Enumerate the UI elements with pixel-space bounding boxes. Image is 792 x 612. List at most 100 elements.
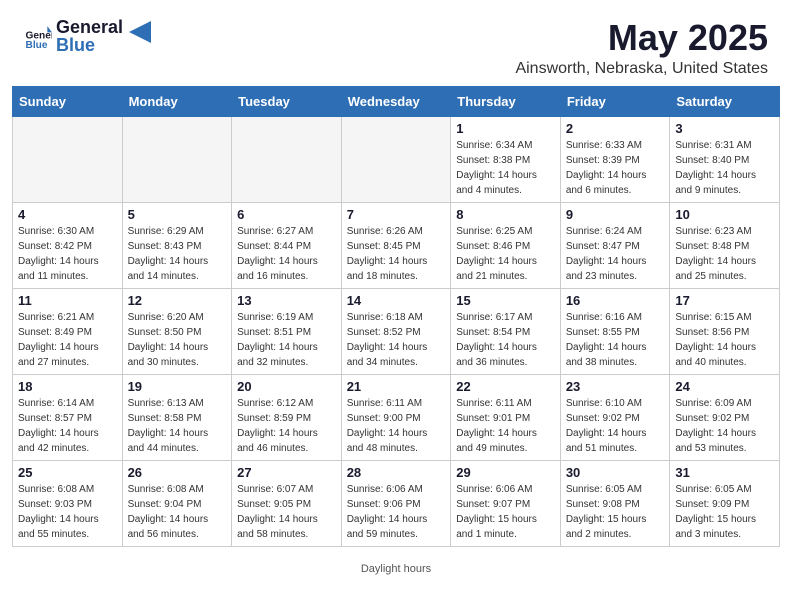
calendar-cell: 26Sunrise: 6:08 AM Sunset: 9:04 PM Dayli… — [122, 460, 232, 546]
calendar-cell: 1 Sunrise: 6:34 AM Sunset: 8:38 PM Daylig… — [451, 116, 561, 202]
day-info: Sunrise: 6:33 AM Sunset: 8:39 PM Dayligh… — [566, 138, 665, 198]
svg-text:Blue: Blue — [26, 40, 48, 51]
calendar-header: SundayMondayTuesdayWednesdayThursdayFrid… — [13, 86, 780, 116]
day-info: Sunrise: 6:13 AM Sunset: 8:58 PM Dayligh… — [128, 396, 227, 456]
weekday-header-wednesday: Wednesday — [341, 86, 451, 116]
day-info: Sunrise: 6:11 AM Sunset: 9:01 PM Dayligh… — [456, 396, 555, 456]
calendar-cell: 20Sunrise: 6:12 AM Sunset: 8:59 PM Dayli… — [232, 374, 342, 460]
day-number: 18 — [18, 379, 117, 394]
calendar-cell: 8 Sunrise: 6:25 AM Sunset: 8:46 PM Daylig… — [451, 202, 561, 288]
calendar-cell: 22 Sunrise: 6:11 AM Sunset: 9:01 PM Dayli… — [451, 374, 561, 460]
calendar-cell — [122, 116, 232, 202]
day-number: 1 — [456, 121, 555, 136]
location-text: Ainsworth, Nebraska, United States — [515, 60, 768, 78]
day-number: 15 — [456, 293, 555, 308]
calendar-cell: 16Sunrise: 6:16 AM Sunset: 8:55 PM Dayli… — [560, 288, 670, 374]
day-number: 22 — [456, 379, 555, 394]
calendar-cell: 25 Sunrise: 6:08 AM Sunset: 9:03 PM Dayli… — [13, 460, 123, 546]
calendar-cell: 11 Sunrise: 6:21 AM Sunset: 8:49 PM Dayli… — [13, 288, 123, 374]
calendar-wrapper: SundayMondayTuesdayWednesdayThursdayFrid… — [0, 86, 792, 559]
day-info: Sunrise: 6:24 AM Sunset: 8:47 PM Dayligh… — [566, 224, 665, 284]
day-info: Sunrise: 6:25 AM Sunset: 8:46 PM Dayligh… — [456, 224, 555, 284]
day-number: 19 — [128, 379, 227, 394]
weekday-header-sunday: Sunday — [13, 86, 123, 116]
day-number: 25 — [18, 465, 117, 480]
calendar-cell: 6 Sunrise: 6:27 AM Sunset: 8:44 PM Daylig… — [232, 202, 342, 288]
page-header: General Blue General Blue May 2025 Ainsw… — [0, 0, 792, 86]
calendar-cell: 29 Sunrise: 6:06 AM Sunset: 9:07 PM Dayli… — [451, 460, 561, 546]
calendar-cell: 18 Sunrise: 6:14 AM Sunset: 8:57 PM Dayli… — [13, 374, 123, 460]
calendar-cell — [13, 116, 123, 202]
logo-icon: General Blue — [24, 23, 52, 51]
calendar-cell: 27Sunrise: 6:07 AM Sunset: 9:05 PM Dayli… — [232, 460, 342, 546]
day-info: Sunrise: 6:18 AM Sunset: 8:52 PM Dayligh… — [347, 310, 446, 370]
logo-arrow-icon — [129, 21, 151, 43]
calendar-cell: 23Sunrise: 6:10 AM Sunset: 9:02 PM Dayli… — [560, 374, 670, 460]
day-number: 10 — [675, 207, 774, 222]
calendar-week-3: 11 Sunrise: 6:21 AM Sunset: 8:49 PM Dayli… — [13, 288, 780, 374]
day-number: 20 — [237, 379, 336, 394]
day-info: Sunrise: 6:05 AM Sunset: 9:09 PM Dayligh… — [675, 482, 774, 542]
day-info: Sunrise: 6:21 AM Sunset: 8:49 PM Dayligh… — [18, 310, 117, 370]
calendar-cell: 3 Sunrise: 6:31 AM Sunset: 8:40 PM Daylig… — [670, 116, 780, 202]
calendar-cell: 14Sunrise: 6:18 AM Sunset: 8:52 PM Dayli… — [341, 288, 451, 374]
calendar-cell: 4Sunrise: 6:30 AM Sunset: 8:42 PM Daylig… — [13, 202, 123, 288]
calendar-cell: 28Sunrise: 6:06 AM Sunset: 9:06 PM Dayli… — [341, 460, 451, 546]
day-number: 11 — [18, 293, 117, 308]
weekday-header-saturday: Saturday — [670, 86, 780, 116]
calendar-cell — [341, 116, 451, 202]
calendar-cell: 31 Sunrise: 6:05 AM Sunset: 9:09 PM Dayli… — [670, 460, 780, 546]
day-number: 5 — [128, 207, 227, 222]
calendar-body: 1 Sunrise: 6:34 AM Sunset: 8:38 PM Daylig… — [13, 116, 780, 546]
calendar-cell: 12Sunrise: 6:20 AM Sunset: 8:50 PM Dayli… — [122, 288, 232, 374]
day-number: 2 — [566, 121, 665, 136]
day-info: Sunrise: 6:26 AM Sunset: 8:45 PM Dayligh… — [347, 224, 446, 284]
day-info: Sunrise: 6:27 AM Sunset: 8:44 PM Dayligh… — [237, 224, 336, 284]
month-title: May 2025 — [515, 18, 768, 58]
day-number: 9 — [566, 207, 665, 222]
weekday-row: SundayMondayTuesdayWednesdayThursdayFrid… — [13, 86, 780, 116]
day-number: 28 — [347, 465, 446, 480]
weekday-header-friday: Friday — [560, 86, 670, 116]
calendar-week-5: 25 Sunrise: 6:08 AM Sunset: 9:03 PM Dayli… — [13, 460, 780, 546]
calendar-cell: 21Sunrise: 6:11 AM Sunset: 9:00 PM Dayli… — [341, 374, 451, 460]
day-info: Sunrise: 6:31 AM Sunset: 8:40 PM Dayligh… — [675, 138, 774, 198]
day-info: Sunrise: 6:20 AM Sunset: 8:50 PM Dayligh… — [128, 310, 227, 370]
calendar-week-1: 1 Sunrise: 6:34 AM Sunset: 8:38 PM Daylig… — [13, 116, 780, 202]
weekday-header-thursday: Thursday — [451, 86, 561, 116]
day-number: 3 — [675, 121, 774, 136]
calendar-cell: 7Sunrise: 6:26 AM Sunset: 8:45 PM Daylig… — [341, 202, 451, 288]
calendar-cell: 13 Sunrise: 6:19 AM Sunset: 8:51 PM Dayli… — [232, 288, 342, 374]
day-info: Sunrise: 6:09 AM Sunset: 9:02 PM Dayligh… — [675, 396, 774, 456]
weekday-header-tuesday: Tuesday — [232, 86, 342, 116]
day-info: Sunrise: 6:17 AM Sunset: 8:54 PM Dayligh… — [456, 310, 555, 370]
day-info: Sunrise: 6:29 AM Sunset: 8:43 PM Dayligh… — [128, 224, 227, 284]
calendar-cell: 19 Sunrise: 6:13 AM Sunset: 8:58 PM Dayli… — [122, 374, 232, 460]
calendar-cell: 15 Sunrise: 6:17 AM Sunset: 8:54 PM Dayli… — [451, 288, 561, 374]
calendar-week-2: 4Sunrise: 6:30 AM Sunset: 8:42 PM Daylig… — [13, 202, 780, 288]
day-number: 8 — [456, 207, 555, 222]
day-info: Sunrise: 6:19 AM Sunset: 8:51 PM Dayligh… — [237, 310, 336, 370]
day-number: 13 — [237, 293, 336, 308]
day-number: 29 — [456, 465, 555, 480]
calendar-cell: 2 Sunrise: 6:33 AM Sunset: 8:39 PM Daylig… — [560, 116, 670, 202]
day-info: Sunrise: 6:23 AM Sunset: 8:48 PM Dayligh… — [675, 224, 774, 284]
day-number: 23 — [566, 379, 665, 394]
day-info: Sunrise: 6:05 AM Sunset: 9:08 PM Dayligh… — [566, 482, 665, 542]
day-info: Sunrise: 6:08 AM Sunset: 9:03 PM Dayligh… — [18, 482, 117, 542]
day-number: 6 — [237, 207, 336, 222]
day-number: 24 — [675, 379, 774, 394]
day-number: 4 — [18, 207, 117, 222]
footer-daylight: Daylight hours — [0, 559, 792, 583]
day-info: Sunrise: 6:16 AM Sunset: 8:55 PM Dayligh… — [566, 310, 665, 370]
logo: General Blue General Blue — [24, 18, 151, 56]
day-info: Sunrise: 6:11 AM Sunset: 9:00 PM Dayligh… — [347, 396, 446, 456]
day-number: 17 — [675, 293, 774, 308]
day-info: Sunrise: 6:34 AM Sunset: 8:38 PM Dayligh… — [456, 138, 555, 198]
logo-blue-text: Blue — [56, 36, 123, 56]
day-info: Sunrise: 6:06 AM Sunset: 9:07 PM Dayligh… — [456, 482, 555, 542]
day-number: 26 — [128, 465, 227, 480]
day-number: 31 — [675, 465, 774, 480]
day-info: Sunrise: 6:14 AM Sunset: 8:57 PM Dayligh… — [18, 396, 117, 456]
calendar-cell: 9 Sunrise: 6:24 AM Sunset: 8:47 PM Daylig… — [560, 202, 670, 288]
